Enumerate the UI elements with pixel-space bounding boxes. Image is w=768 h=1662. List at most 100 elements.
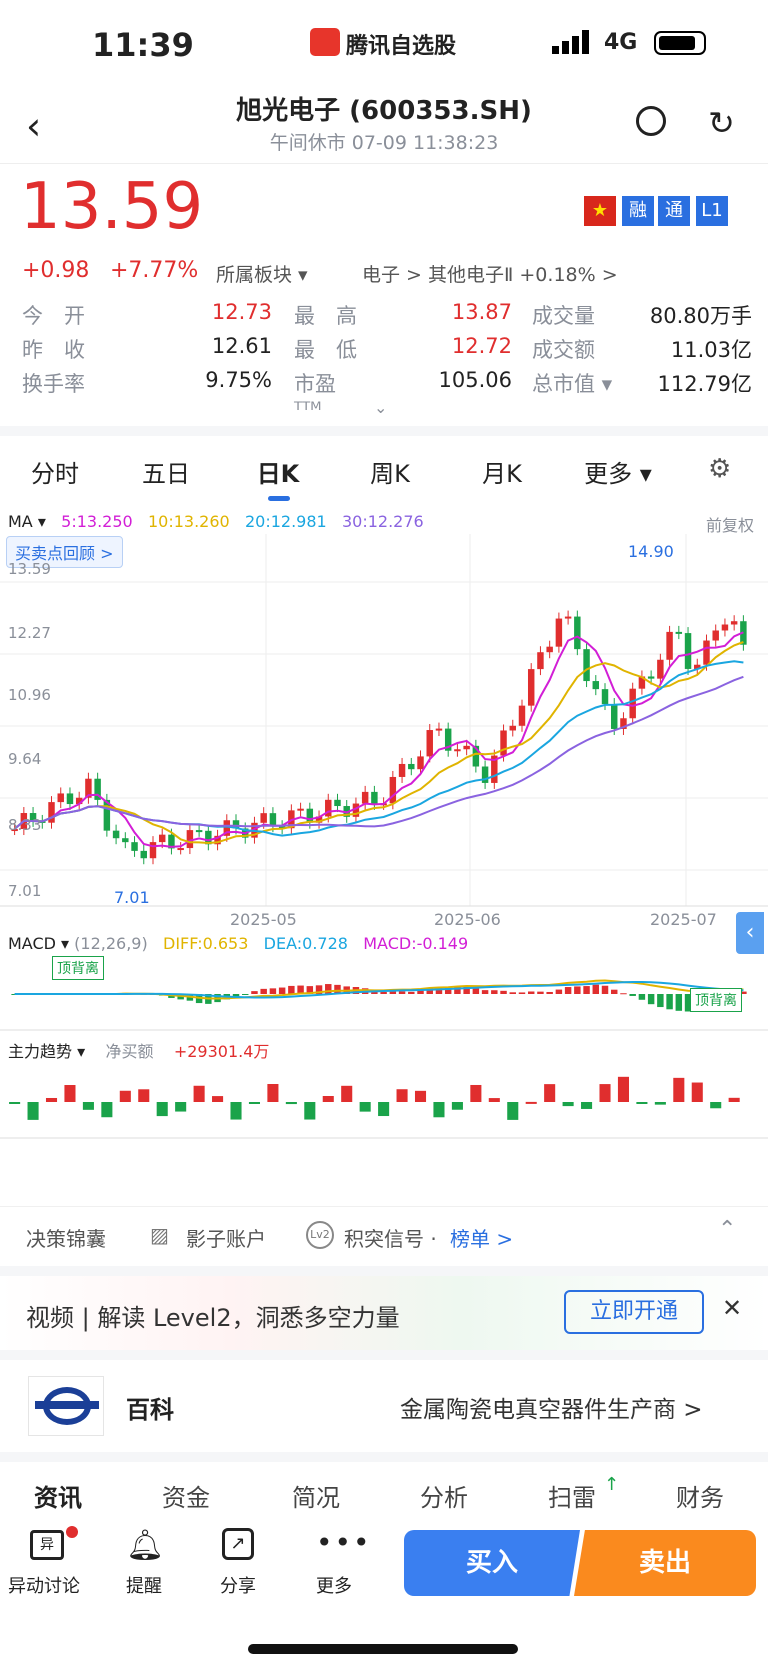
share-label[interactable]: 分享 <box>220 1572 256 1598</box>
signal-link[interactable]: 积突信号 · <box>344 1223 437 1252</box>
stat-value: 12.73 <box>211 300 272 324</box>
status-time: 11:39 <box>92 26 194 64</box>
candle <box>66 793 74 805</box>
flow-bar <box>507 1102 519 1120</box>
main-flow-legend: 主力趋势 ▾ 净买额 +29301.4万 <box>8 1038 269 1062</box>
discussion-label[interactable]: 异动讨论 <box>8 1572 80 1598</box>
expand-chevron-icon[interactable]: ⌄ <box>374 398 387 417</box>
macd-bar <box>638 994 646 1000</box>
candle <box>684 633 692 669</box>
stat-label: 成交额 <box>532 338 595 362</box>
macd-bar <box>564 987 572 994</box>
candle <box>509 725 516 731</box>
candle <box>675 631 683 634</box>
y-tick: 12.27 <box>8 624 51 642</box>
macd-value: MACD:-0.149 <box>363 934 469 953</box>
stat-label: 今 开 <box>22 304 85 328</box>
flow-bar <box>267 1084 279 1102</box>
shadow-account-link[interactable]: 影子账户 <box>186 1223 266 1252</box>
stat-value: 12.72 <box>451 334 512 358</box>
more-label[interactable]: 更多 <box>316 1572 352 1598</box>
sell-button[interactable]: 卖出 <box>574 1530 756 1596</box>
stat-label: 昨 收 <box>22 338 85 362</box>
decision-kit-link[interactable]: 决策锦囊 <box>26 1223 106 1252</box>
flow-bar <box>285 1102 297 1105</box>
macd-dropdown[interactable]: MACD ▾ <box>8 934 69 953</box>
more-icon[interactable]: ••• <box>316 1526 372 1559</box>
macd-bar <box>288 985 295 994</box>
macd-bar <box>666 994 673 1010</box>
main-flow-dropdown[interactable]: 主力趋势 ▾ <box>8 1042 85 1061</box>
collapse-side-icon[interactable]: ‹ <box>736 912 764 954</box>
kline-chart[interactable]: MA ▾ 5:13.250 10:13.260 20:12.981 30:12.… <box>0 506 768 1206</box>
ranking-link[interactable]: 榜单 > <box>450 1223 513 1252</box>
low-price-label: 7.01 <box>114 888 150 907</box>
macd-bar <box>601 985 609 994</box>
activate-button[interactable]: 立即开通 <box>564 1290 704 1334</box>
candle <box>583 649 590 682</box>
close-icon[interactable]: ✕ <box>722 1294 742 1322</box>
macd-bar <box>527 991 535 994</box>
candle <box>546 646 553 653</box>
macd-bar <box>269 988 277 994</box>
collapse-up-icon[interactable]: ⌃ <box>718 1217 736 1242</box>
macd-legend: MACD ▾ (12,26,9) DIFF:0.653 DEA:0.728 MA… <box>8 934 468 953</box>
stat-label: 最 低 <box>294 338 357 362</box>
candle <box>112 830 120 839</box>
app-logo-icon <box>310 28 340 56</box>
flow-bar <box>691 1082 703 1102</box>
banner-text: 视频 | 解读 Level2，洞悉多空力量 <box>26 1304 400 1332</box>
candle <box>703 640 710 665</box>
y-tick: 10.96 <box>8 686 51 704</box>
stat-value: 80.80万手 <box>649 304 752 328</box>
network-label: 4G <box>604 30 638 55</box>
net-buy-label: 净买额 <box>105 1042 154 1061</box>
search-icon[interactable] <box>636 106 666 136</box>
tab-risk-scan[interactable]: 扫雷 <box>548 1478 596 1513</box>
bell-icon[interactable]: 🔔︎ <box>126 1528 164 1563</box>
candle <box>371 791 378 804</box>
stock-header: ‹ 旭光电子 (600353.SH) 午间休市 07-09 11:38:23 ↻ <box>0 90 768 164</box>
tab-intraday[interactable]: 分时 <box>0 454 110 489</box>
tab-capital[interactable]: 资金 <box>162 1478 210 1513</box>
macd-bar <box>537 991 544 994</box>
tab-five-day[interactable]: 五日 <box>110 454 222 489</box>
tab-financials[interactable]: 财务 <box>676 1478 724 1513</box>
macd-bar <box>611 989 618 994</box>
candle <box>195 830 203 833</box>
wiki-label: 百科 <box>126 1396 174 1424</box>
macd-bar <box>380 992 387 994</box>
candle <box>518 705 526 726</box>
buy-button[interactable]: 买入 <box>404 1530 580 1596</box>
flow-bar <box>322 1096 334 1102</box>
tab-overview[interactable]: 简况 <box>292 1478 340 1513</box>
sector-link[interactable]: 所属板块 ▾ <box>216 260 308 287</box>
refresh-icon[interactable]: ↻ <box>708 104 735 142</box>
flow-bar <box>562 1102 574 1107</box>
tab-daily-k[interactable]: 日K <box>222 454 334 489</box>
status-bar: 11:39 腾讯自选股 4G <box>0 0 768 90</box>
alert-label[interactable]: 提醒 <box>126 1572 162 1598</box>
tab-more[interactable]: 更多 ▾ <box>558 454 678 489</box>
candle <box>260 813 267 823</box>
stat-label[interactable]: 总市值 ▾ <box>512 368 632 422</box>
share-icon[interactable]: ↗ <box>222 1528 254 1560</box>
candle <box>601 689 609 705</box>
settings-icon[interactable]: ⚙ <box>708 454 731 484</box>
net-buy-value: +29301.4万 <box>173 1042 270 1061</box>
price-change-pct: +7.77% <box>110 258 199 283</box>
tab-news[interactable]: 资讯 <box>34 1478 82 1513</box>
candle <box>57 793 64 803</box>
candle <box>657 659 664 679</box>
tab-weekly-k[interactable]: 周K <box>334 454 446 489</box>
candle <box>647 676 655 679</box>
company-wiki[interactable]: 百科 金属陶瓷电真空器件生产商 > <box>0 1360 768 1452</box>
flow-bar <box>64 1085 76 1102</box>
sector-path[interactable]: 电子 > 其他电子Ⅱ +0.18% > <box>362 260 618 287</box>
candle <box>611 704 618 729</box>
stat-label: 成交量 <box>532 304 595 328</box>
tab-analysis[interactable]: 分析 <box>420 1478 468 1513</box>
discussion-icon[interactable]: 异 <box>30 1530 64 1560</box>
tab-monthly-k[interactable]: 月K <box>446 454 558 489</box>
macd-bar <box>546 991 553 994</box>
